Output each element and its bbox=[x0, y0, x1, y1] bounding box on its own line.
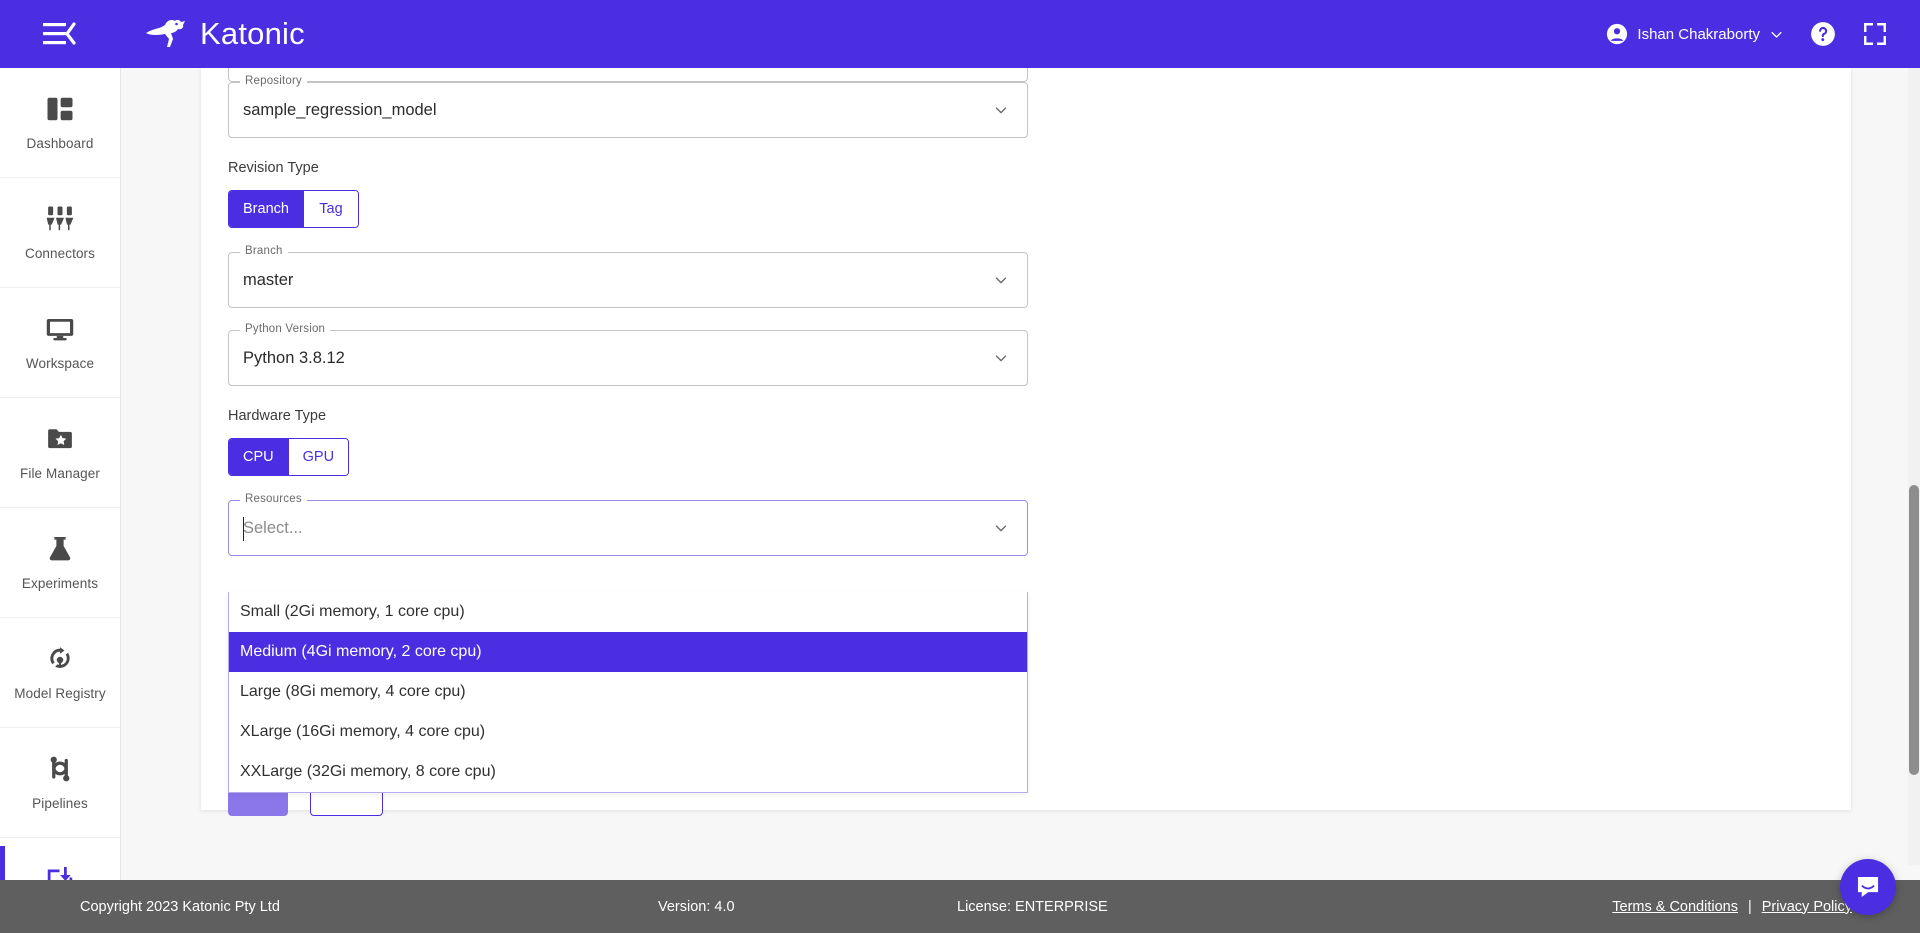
katonic-kangaroo-logo bbox=[146, 19, 185, 47]
revision-type-tag-button[interactable]: Tag bbox=[303, 191, 358, 227]
sidebar-item-dashboard[interactable]: Dashboard bbox=[0, 68, 120, 178]
sidebar-item-label: Model Registry bbox=[14, 686, 106, 701]
resources-placeholder: Select... bbox=[243, 518, 303, 537]
deploy-form: Repository sample_regression_model Revis… bbox=[228, 75, 1028, 578]
sidebar-item-label: Connectors bbox=[24, 246, 96, 261]
chat-launcher-button[interactable] bbox=[1840, 859, 1896, 915]
text-caret bbox=[243, 517, 244, 541]
resources-option-small[interactable]: Small (2Gi memory, 1 core cpu) bbox=[229, 592, 1027, 632]
top-bar: Katonic Ishan Chakraborty bbox=[0, 0, 1920, 68]
connectors-icon bbox=[46, 206, 74, 231]
resources-option-xxlarge[interactable]: XXLarge (32Gi memory, 8 core cpu) bbox=[229, 752, 1027, 792]
sidebar-item-model-registry[interactable]: Model Registry bbox=[0, 618, 120, 728]
resources-option-xlarge[interactable]: XLarge (16Gi memory, 4 core cpu) bbox=[229, 712, 1027, 752]
repository-label: Repository bbox=[240, 75, 307, 87]
user-menu-button[interactable]: Ishan Chakraborty bbox=[1606, 23, 1784, 45]
hardware-type-toggle-group: CPU GPU bbox=[228, 438, 350, 476]
revision-type-branch-button[interactable]: Branch bbox=[229, 191, 304, 227]
footer-version: Version: 4.0 bbox=[658, 898, 735, 915]
monitor-icon bbox=[46, 319, 74, 341]
pipelines-icon bbox=[50, 756, 70, 782]
help-circle-icon[interactable] bbox=[1810, 21, 1836, 47]
brand-name: Katonic bbox=[200, 16, 305, 51]
branch-value: master bbox=[243, 270, 294, 289]
python-version-select[interactable]: Python Version Python 3.8.12 bbox=[228, 323, 1028, 386]
branch-label: Branch bbox=[240, 245, 288, 257]
branch-select[interactable]: Branch master bbox=[228, 245, 1028, 308]
revision-type-label: Revision Type bbox=[228, 160, 319, 176]
sidebar-item-label: Dashboard bbox=[26, 136, 94, 151]
main-content: Repository sample_regression_model Revis… bbox=[121, 68, 1920, 933]
chat-bubble-icon bbox=[1857, 876, 1879, 898]
clipped-field-above bbox=[228, 68, 1028, 82]
python-version-value: Python 3.8.12 bbox=[243, 348, 345, 367]
fullscreen-icon[interactable] bbox=[1862, 21, 1888, 47]
resources-select[interactable]: Resources Select... bbox=[228, 493, 1028, 556]
chevron-down-icon bbox=[1771, 31, 1782, 38]
terms-and-conditions-link[interactable]: Terms & Conditions bbox=[1612, 899, 1738, 915]
flask-icon bbox=[49, 537, 71, 561]
dashboard-icon bbox=[47, 97, 73, 121]
revision-type-toggle-group: Branch Tag bbox=[228, 190, 359, 228]
footer-links: Terms & Conditions | Privacy Policy bbox=[1612, 899, 1852, 915]
sidebar-nav: Dashboard Connectors Workspace File Mana… bbox=[0, 68, 121, 933]
footer-license: License: ENTERPRISE bbox=[957, 898, 1108, 915]
sidebar-item-label: Workspace bbox=[25, 356, 95, 371]
resources-label: Resources bbox=[240, 493, 307, 505]
resources-option-medium[interactable]: Medium (4Gi memory, 2 core cpu) bbox=[229, 632, 1027, 672]
sidebar-item-experiments[interactable]: Experiments bbox=[0, 508, 120, 618]
account-circle-icon bbox=[1607, 23, 1628, 45]
hardware-type-label: Hardware Type bbox=[228, 408, 327, 424]
chevron-down-icon bbox=[995, 525, 1007, 532]
repository-select[interactable]: Repository sample_regression_model bbox=[228, 75, 1028, 138]
hardware-type-gpu-button[interactable]: GPU bbox=[288, 439, 349, 475]
sidebar-item-label: Experiments bbox=[21, 576, 99, 591]
sidebar-item-file-manager[interactable]: File Manager bbox=[0, 398, 120, 508]
python-version-label: Python Version bbox=[240, 323, 331, 335]
page-scrollbar-thumb[interactable] bbox=[1909, 485, 1919, 775]
folder-star-icon bbox=[48, 429, 72, 449]
hardware-type-cpu-button[interactable]: CPU bbox=[229, 439, 289, 475]
sidebar-item-pipelines[interactable]: Pipelines bbox=[0, 728, 120, 838]
footer-copyright: Copyright 2023 Katonic Pty Ltd bbox=[80, 898, 280, 915]
top-bar-right-actions: Ishan Chakraborty bbox=[1606, 21, 1888, 47]
resources-option-large[interactable]: Large (8Gi memory, 4 core cpu) bbox=[229, 672, 1027, 712]
user-name: Ishan Chakraborty bbox=[1637, 25, 1760, 43]
page-footer: Copyright 2023 Katonic Pty Ltd Version: … bbox=[0, 880, 1920, 933]
sidebar-item-workspace[interactable]: Workspace bbox=[0, 288, 120, 398]
privacy-policy-link[interactable]: Privacy Policy bbox=[1762, 899, 1852, 915]
menu-toggle-button[interactable] bbox=[38, 14, 82, 54]
resources-dropdown-menu: Small (2Gi memory, 1 core cpu) Medium (4… bbox=[228, 592, 1028, 793]
model-registry-icon bbox=[50, 647, 70, 668]
footer-link-separator: | bbox=[1747, 898, 1752, 915]
hamburger-collapse-icon bbox=[43, 22, 76, 45]
sidebar-item-label: File Manager bbox=[20, 466, 100, 481]
chevron-down-icon bbox=[995, 277, 1007, 284]
chevron-down-icon bbox=[995, 107, 1007, 114]
deploy-form-card: Repository sample_regression_model Revis… bbox=[201, 68, 1851, 816]
chevron-down-icon bbox=[995, 355, 1007, 362]
sidebar-item-connectors[interactable]: Connectors bbox=[0, 178, 120, 288]
sidebar-item-label: Pipelines bbox=[32, 796, 88, 811]
repository-value: sample_regression_model bbox=[243, 100, 437, 119]
brand-logo[interactable]: Katonic bbox=[144, 16, 305, 52]
